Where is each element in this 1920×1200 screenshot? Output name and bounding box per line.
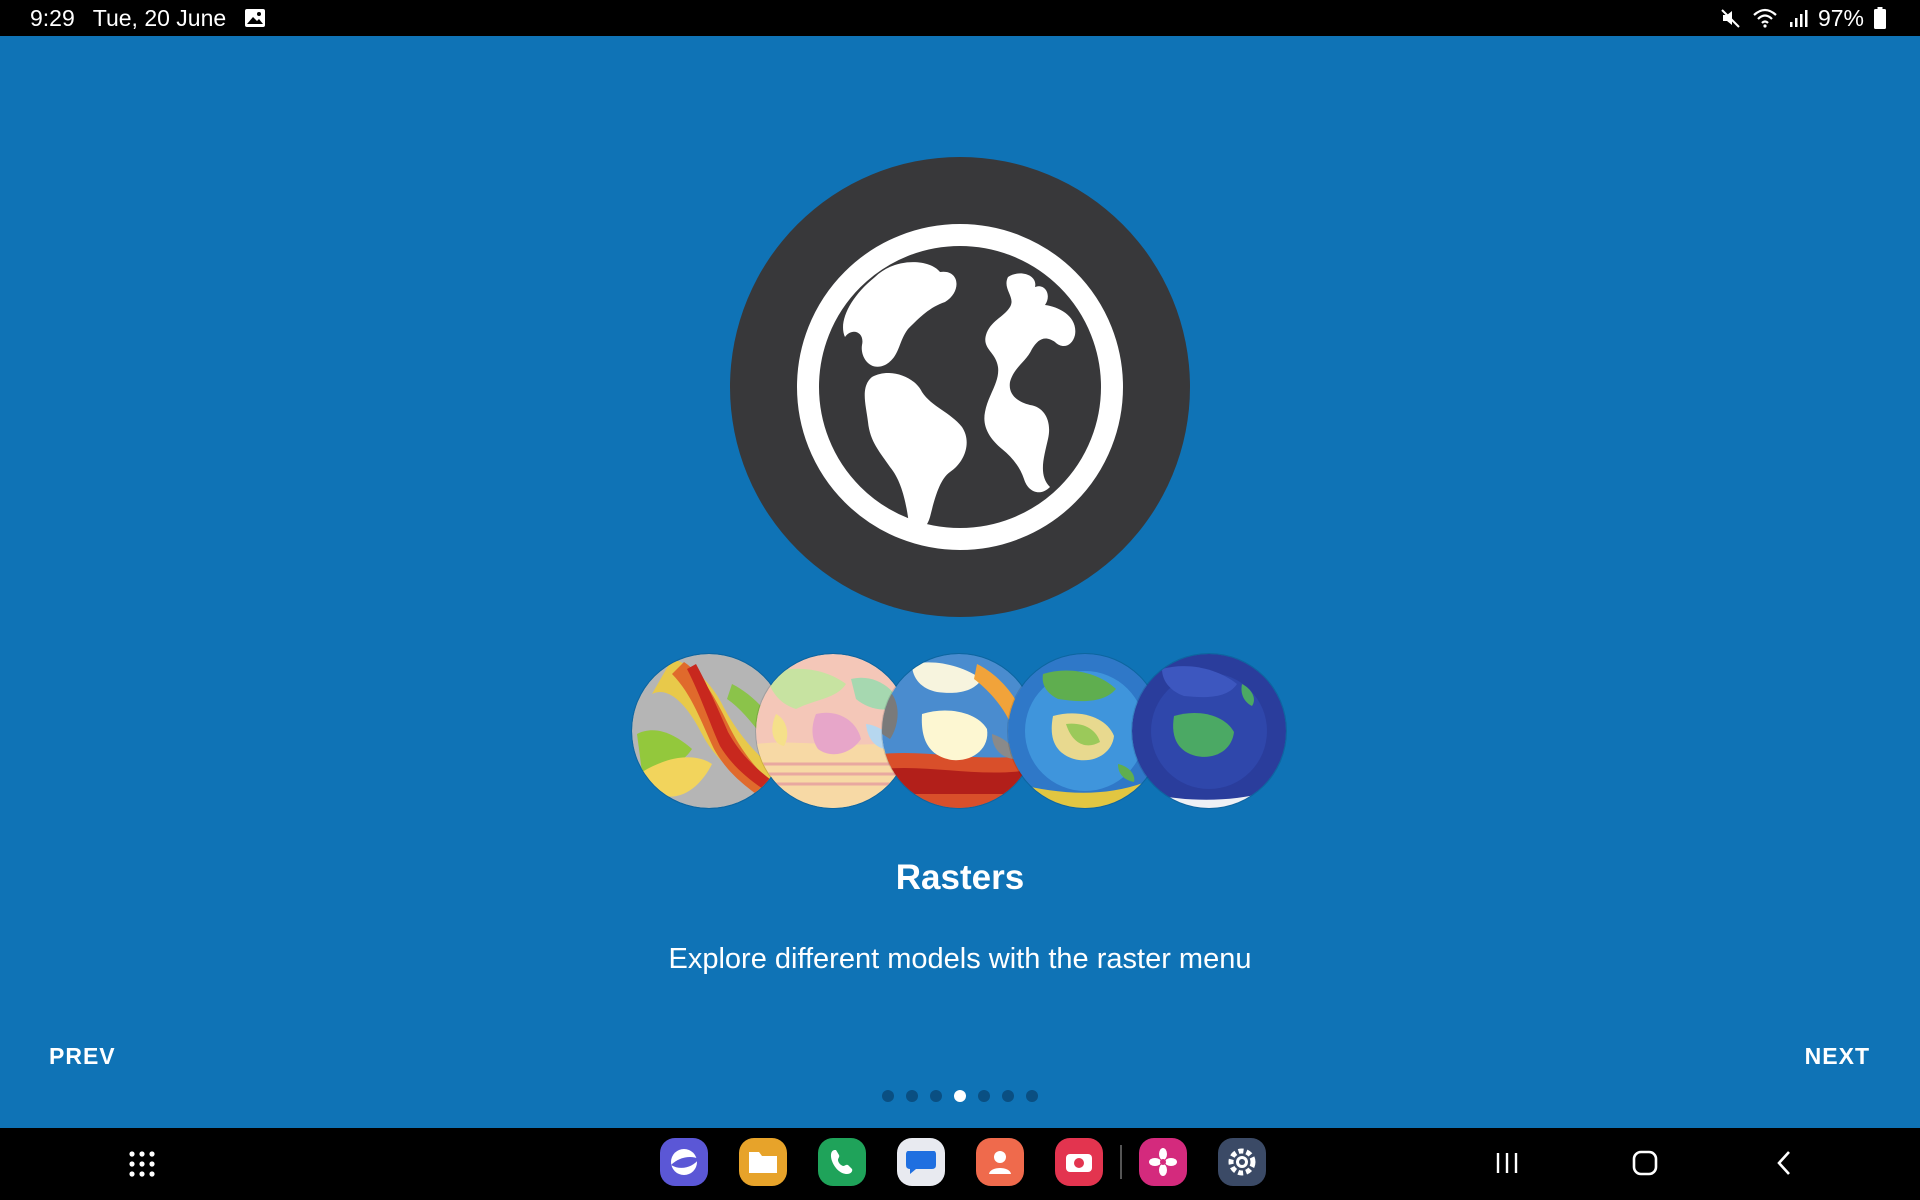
status-date: Tue, 20 June <box>92 4 227 31</box>
settings-app-icon[interactable] <box>1218 1138 1266 1186</box>
mute-icon <box>1720 7 1742 29</box>
prev-button[interactable]: PREV <box>49 1043 116 1070</box>
navigation-bar <box>0 1128 1920 1200</box>
app-dock <box>660 1138 1266 1186</box>
battery-percentage: 97% <box>1817 4 1864 31</box>
page-dot <box>906 1090 918 1102</box>
slide-description: Explore different models with the raster… <box>668 943 1252 975</box>
files-app-icon[interactable] <box>739 1138 787 1186</box>
recents-button[interactable] <box>1493 1148 1521 1183</box>
globe-icon <box>797 224 1123 550</box>
battery-icon <box>1874 7 1886 29</box>
signal-icon <box>1788 8 1808 28</box>
raster-preview-row <box>632 654 1288 810</box>
app-drawer-icon[interactable] <box>128 1150 156 1183</box>
dock-separator <box>1120 1145 1122 1179</box>
page-dot <box>978 1090 990 1102</box>
gallery-notification-icon <box>244 7 266 29</box>
page-indicator <box>0 1090 1920 1102</box>
slide-title: Rasters <box>895 858 1025 897</box>
status-left: 9:29 Tue, 20 June <box>0 5 266 32</box>
status-bar: 9:29 Tue, 20 June 97% <box>0 0 1920 36</box>
contacts-app-icon[interactable] <box>976 1138 1024 1186</box>
status-right: 97% <box>1720 5 1920 32</box>
hero-circle <box>730 157 1190 617</box>
bathymetry-raster-globe <box>1132 654 1286 808</box>
wifi-icon <box>1752 7 1778 29</box>
page-dot <box>930 1090 942 1102</box>
onboarding-slide: Rasters Explore different models with th… <box>0 36 1920 1128</box>
gallery-app-icon[interactable] <box>1139 1138 1187 1186</box>
messages-app-icon[interactable] <box>897 1138 945 1186</box>
page-dot <box>882 1090 894 1102</box>
home-button[interactable] <box>1630 1148 1660 1183</box>
phone-app-icon[interactable] <box>818 1138 866 1186</box>
page-dot <box>1002 1090 1014 1102</box>
next-button[interactable]: NEXT <box>1805 1043 1870 1070</box>
camera-app-icon[interactable] <box>1055 1138 1103 1186</box>
status-time: 9:29 <box>30 4 75 31</box>
page-dot <box>954 1090 966 1102</box>
page-dot <box>1026 1090 1038 1102</box>
back-button[interactable] <box>1772 1148 1796 1183</box>
internet-app-icon[interactable] <box>660 1138 708 1186</box>
